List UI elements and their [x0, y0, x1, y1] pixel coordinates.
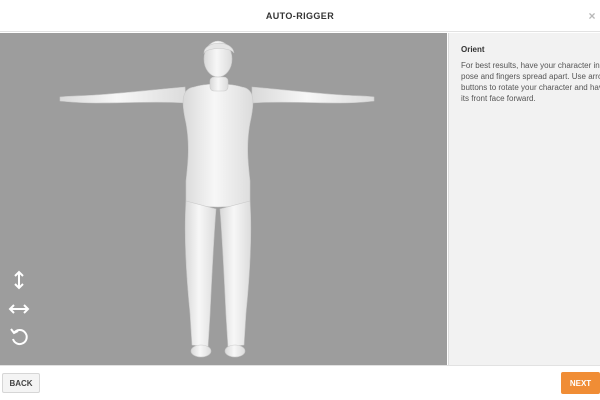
- character-model: [59, 40, 375, 358]
- rotate-icon[interactable]: [8, 325, 30, 347]
- horizontal-move-icon[interactable]: [8, 298, 30, 320]
- back-button[interactable]: BACK: [2, 373, 40, 393]
- dialog-title: AUTO-RIGGER: [265, 10, 335, 21]
- vertical-move-icon[interactable]: [8, 269, 30, 291]
- close-icon[interactable]: ×: [586, 9, 598, 23]
- next-button[interactable]: NEXT: [561, 372, 600, 394]
- dialog-header: AUTO-RIGGER ×: [0, 0, 600, 32]
- dialog-footer: BACK NEXT: [0, 365, 600, 400]
- model-viewport[interactable]: [0, 33, 447, 365]
- step-heading: Orient: [461, 45, 485, 54]
- instructions-panel: Orient For best results, have your chara…: [448, 33, 600, 365]
- step-instructions: For best results, have your character in…: [461, 61, 600, 103]
